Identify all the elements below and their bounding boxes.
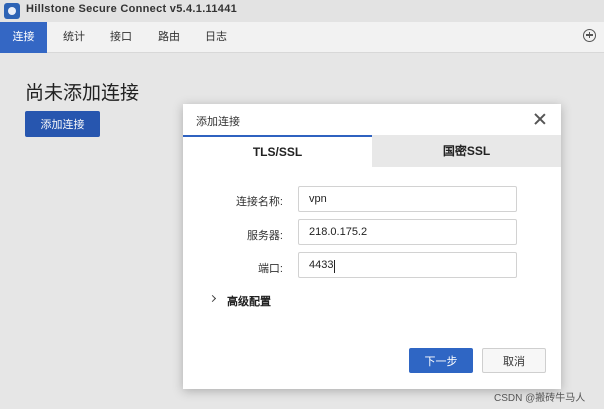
watermark: CSDN @搬砖牛马人 xyxy=(494,393,586,404)
title-bar: Hillstone Secure Connect v5.4.1.11441 xyxy=(0,0,604,22)
port-label: 端口: xyxy=(257,263,283,275)
close-icon[interactable] xyxy=(534,113,546,125)
add-icon[interactable] xyxy=(583,29,596,42)
server-label: 服务器: xyxy=(246,230,283,242)
tab-tls-ssl[interactable]: TLS/SSL xyxy=(183,135,372,167)
advanced-settings-toggle[interactable]: 高级配置 xyxy=(227,293,271,309)
dialog-header: 添加连接 xyxy=(183,104,561,135)
server-input[interactable] xyxy=(298,219,517,245)
tab-routes[interactable]: 路由 xyxy=(148,22,190,53)
connection-name-input[interactable] xyxy=(298,186,517,212)
dialog-title: 添加连接 xyxy=(196,116,240,128)
cancel-button[interactable]: 取消 xyxy=(482,348,546,373)
connection-name-label: 连接名称: xyxy=(235,196,283,208)
tab-logs[interactable]: 日志 xyxy=(195,22,237,53)
app-logo-icon xyxy=(4,3,20,19)
add-connection-dialog: 添加连接 TLS/SSL 国密SSL 连接名称: 服务器: 端口: 高级配置 下… xyxy=(183,104,561,389)
tab-interfaces[interactable]: 接口 xyxy=(100,22,142,53)
chevron-right-icon[interactable] xyxy=(208,294,217,303)
tab-statistics[interactable]: 统计 xyxy=(53,22,95,53)
tab-connections[interactable]: 连接 xyxy=(0,22,47,53)
port-input[interactable] xyxy=(298,252,517,278)
main-tab-bar: 连接 统计 接口 路由 日志 xyxy=(0,22,604,53)
window-title: Hillstone Secure Connect v5.4.1.11441 xyxy=(26,3,238,15)
next-button[interactable]: 下一步 xyxy=(409,348,473,373)
tab-guomi-ssl[interactable]: 国密SSL xyxy=(372,135,561,167)
text-caret xyxy=(334,260,335,273)
